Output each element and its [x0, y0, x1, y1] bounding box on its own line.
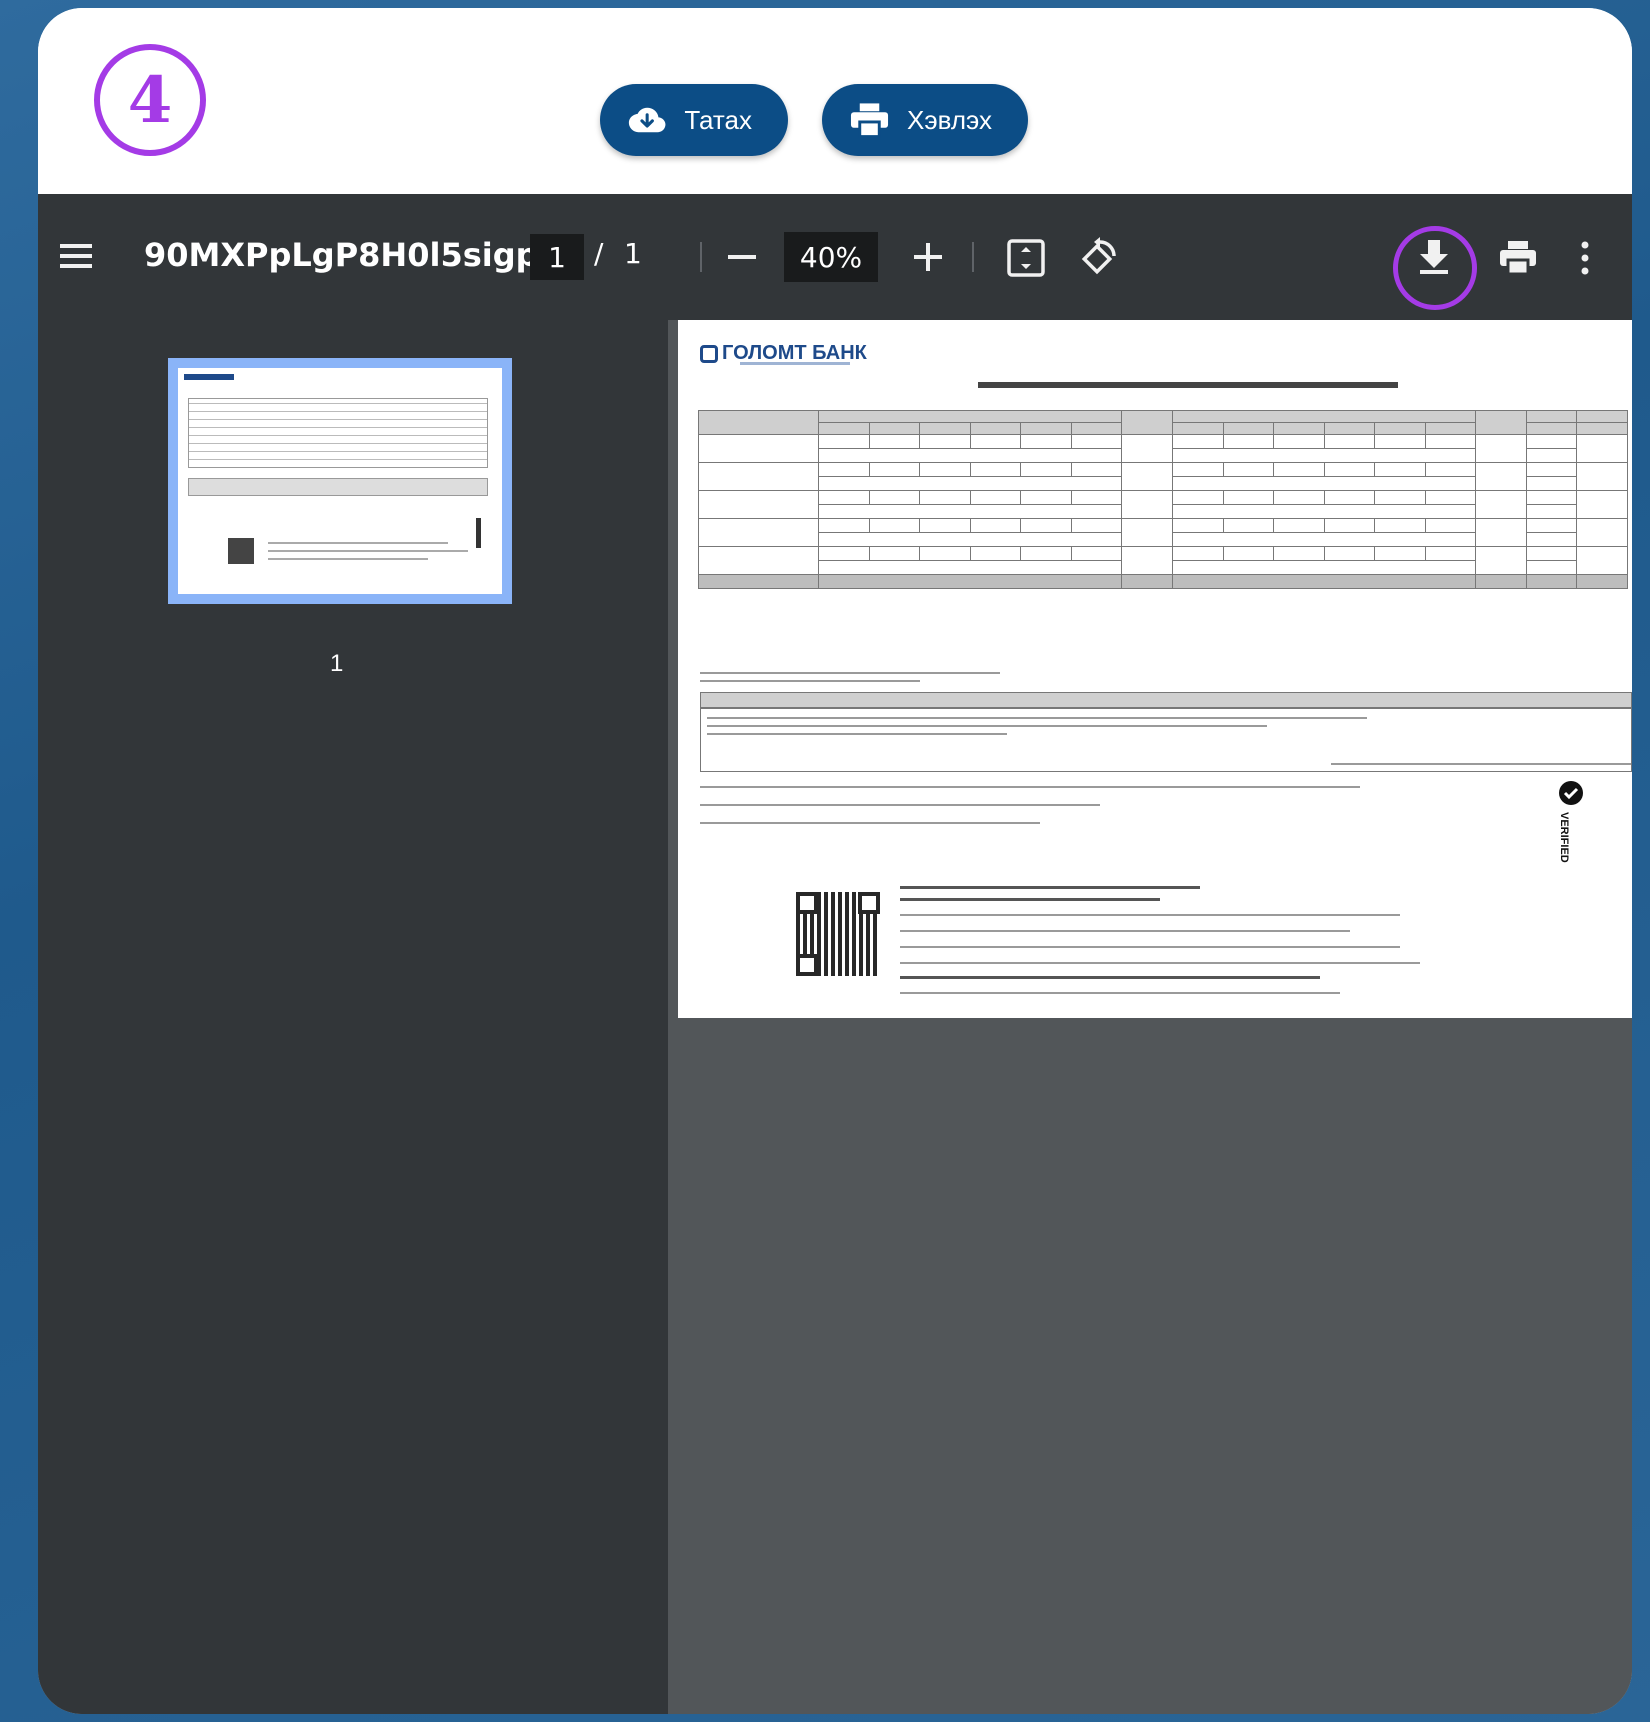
pdf-viewer: 90MXPpLgP8H0l5sigpl... 1 / 1 40% 1 ГОЛОМ…: [38, 194, 1632, 1714]
document-canvas: ГОЛОМТ БАНК VERIFIED: [668, 320, 1632, 1714]
printer-icon: [850, 103, 889, 138]
verified-stamp: VERIFIED: [1556, 778, 1586, 878]
pdf-page: ГОЛОМТ БАНК VERIFIED: [678, 320, 1632, 1018]
qr-corner: [858, 892, 880, 914]
footnote-line: [700, 672, 1000, 674]
download-icon[interactable]: [1414, 236, 1454, 276]
thumbnail-sidebar: 1: [38, 320, 668, 1714]
printer-icon[interactable]: [1498, 238, 1538, 278]
zoom-in-icon[interactable]: [908, 234, 948, 280]
print-button-label: Хэвлэх: [907, 104, 992, 135]
zoom-out-icon[interactable]: [722, 234, 762, 280]
verified-check-icon: [1559, 781, 1583, 805]
signature-line: [1331, 763, 1631, 765]
statement-table: [698, 410, 1628, 589]
page-total: 1: [624, 237, 642, 270]
pdf-toolbar: 90MXPpLgP8H0l5sigpl... 1 / 1 40%: [38, 194, 1632, 320]
download-button[interactable]: Татах: [600, 84, 788, 156]
signer-position-line: [900, 898, 1160, 901]
note-line: [700, 786, 1360, 788]
notice-text-line: [707, 717, 1367, 719]
verification-text-line: [900, 914, 1400, 916]
qr-corner: [796, 954, 818, 976]
footnote-line: [700, 680, 920, 682]
verification-code-line: [900, 976, 1320, 979]
page-thumbnail-image: [178, 368, 502, 594]
verification-text-line: [900, 946, 1400, 948]
page-thumbnail-selected[interactable]: [168, 358, 512, 604]
qr-corner: [796, 892, 818, 914]
fit-page-icon[interactable]: [1006, 238, 1046, 278]
document-title-graphic: [978, 382, 1398, 388]
notice-text-line: [707, 725, 1267, 727]
bank-tagline-graphic: [740, 362, 850, 365]
note-line: [700, 804, 1100, 806]
step-number-badge: 4: [94, 44, 206, 156]
download-button-label: Татах: [684, 104, 752, 135]
cloud-download-icon: [628, 107, 666, 133]
page-number-input[interactable]: 1: [530, 234, 584, 280]
file-name-title: 90MXPpLgP8H0l5sigpl...: [144, 236, 586, 274]
qr-code: [796, 892, 880, 976]
print-button[interactable]: Хэвлэх: [822, 84, 1028, 156]
rotate-icon[interactable]: [1078, 236, 1120, 278]
menu-icon[interactable]: [58, 238, 94, 274]
notice-text-line: [707, 733, 1007, 735]
page-separator: /: [594, 237, 604, 270]
toolbar-divider: [972, 242, 974, 272]
bank-logo-mark-icon: [700, 344, 718, 363]
signer-name-line: [900, 886, 1200, 889]
notice-header-bar: [700, 692, 1632, 708]
toolbar-divider: [700, 242, 702, 272]
notice-box: [700, 708, 1632, 772]
modal-frame: 4 Татах Хэвлэх 90MXPpLgP8H0l5sigpl... 1 …: [38, 8, 1632, 1714]
zoom-level-input[interactable]: 40%: [784, 232, 878, 282]
verification-text-line: [900, 992, 1340, 994]
action-header: 4 Татах Хэвлэх: [38, 8, 1632, 194]
verification-text-line: [900, 962, 1420, 964]
thumbnail-page-number: 1: [330, 650, 344, 677]
verification-text-line: [900, 930, 1350, 932]
more-vert-icon[interactable]: [1578, 238, 1592, 278]
note-line: [700, 822, 1040, 824]
verified-label: VERIFIED: [1558, 812, 1570, 863]
